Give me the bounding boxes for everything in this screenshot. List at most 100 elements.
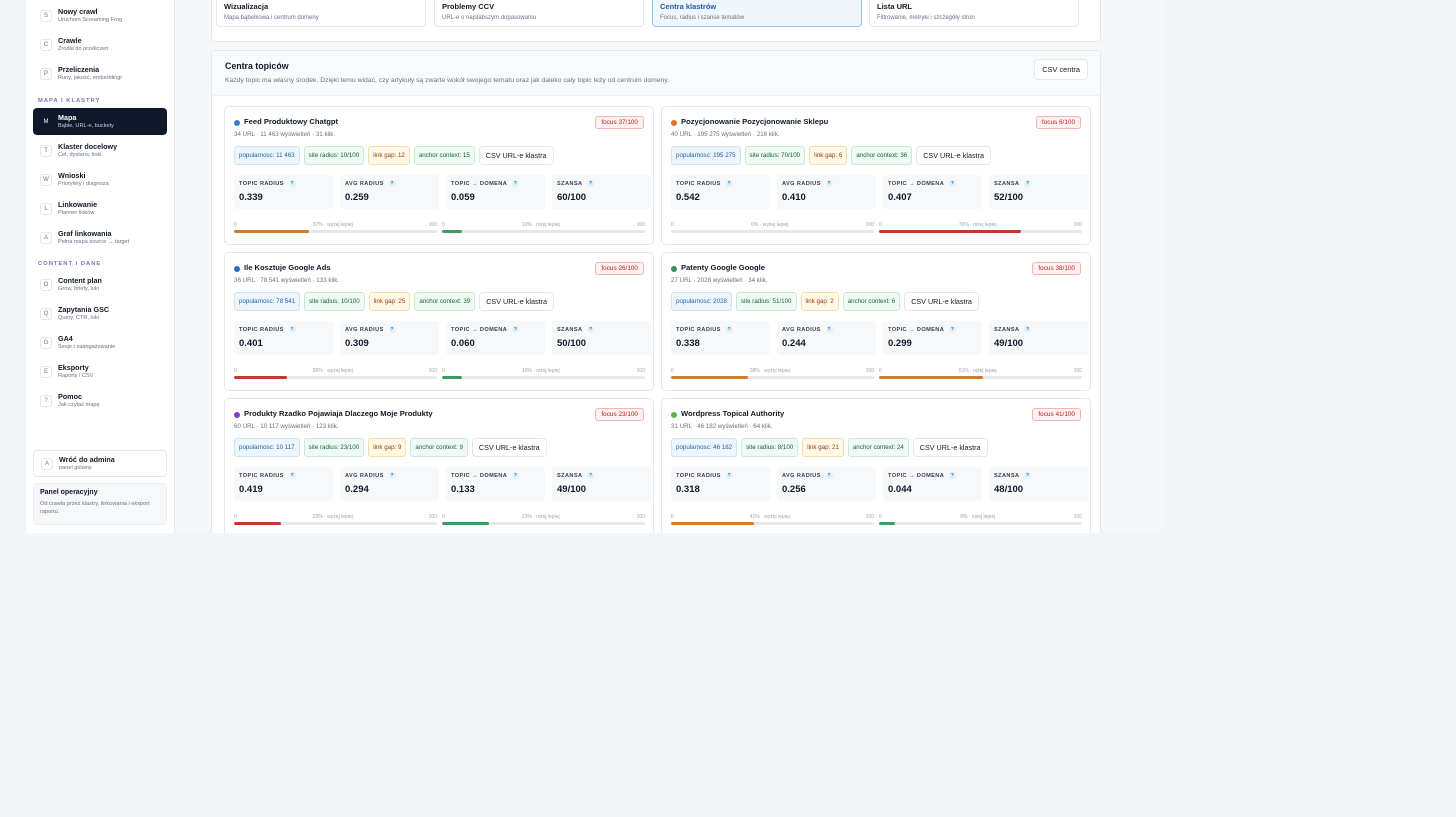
metric-topic-radius: TOPIC RADIUS? 0.542 (671, 175, 770, 209)
sidebar-item-crawle[interactable]: C Crawle Źródła do przeliczeń (33, 31, 167, 58)
help-icon[interactable]: ? (288, 326, 296, 333)
metric-label: TOPIC RADIUS (239, 180, 284, 187)
popularity-chip: popularnosc: 46 182 (671, 438, 738, 457)
help-icon[interactable]: ? (388, 472, 396, 479)
cluster-stats: 60 URL · 10 117 wyświetleń · 123 klik. (234, 423, 339, 430)
help-icon[interactable]: ? (825, 326, 833, 333)
nav-key-badge: ? (40, 394, 52, 407)
panel-title: Centra topiców (225, 61, 289, 71)
help-icon[interactable]: ? (587, 326, 595, 333)
help-icon[interactable]: ? (725, 472, 733, 479)
metric-label: TOPIC → DOMENA (888, 180, 945, 187)
help-icon[interactable]: ? (288, 472, 296, 479)
nav-title: Eksporty (58, 362, 89, 372)
metric-label: SZANSA (557, 326, 583, 333)
site-radius-chip: site radius: 10/100 (303, 146, 365, 165)
metric-topic-domain: TOPIC → DOMENA? 0.059 (446, 175, 545, 209)
metric-value: 48/100 (994, 484, 1024, 495)
help-icon[interactable]: ? (512, 180, 520, 187)
cluster-card: Feed Produktowy Chatgpt 34 URL · 11 463 w… (224, 106, 654, 245)
metric-value: 0.407 (888, 192, 912, 203)
help-icon[interactable]: ? (288, 180, 296, 187)
sidebar-item-klaster-docelowy[interactable]: T Klaster docelowy Cel, dystans, linki (33, 137, 167, 164)
focus-badge: focus 26/100 (595, 262, 644, 275)
help-icon[interactable]: ? (725, 326, 733, 333)
metric-label: AVG RADIUS (782, 326, 821, 333)
bar-fill (442, 522, 489, 525)
link-gap-chip: link gap: 12 (368, 146, 410, 165)
help-icon[interactable]: ? (512, 326, 520, 333)
tab-centra-klastrow[interactable]: Centra klastrów Focus, radius i szanse t… (652, 0, 862, 27)
sidebar-item-zapytania-gsc[interactable]: Q Zapytania GSC Query, CTR, luki (33, 300, 167, 327)
cluster-card: Pozycjonowanie Pozycjonowanie Sklepu 40 U… (661, 106, 1091, 245)
bar-max-label: 100 (428, 222, 437, 228)
sidebar-item-linkowanie[interactable]: L Linkowanie Planner linków (33, 195, 167, 222)
bar-caption: 0% · wyżej lepiej (751, 222, 789, 228)
tab-problemy-ccv[interactable]: Problemy CCV URL-e o najsłabszym dopasow… (434, 0, 644, 27)
csv-cluster-urls-button[interactable]: CSV URL-e klastra (471, 438, 547, 457)
help-icon[interactable]: ? (949, 326, 957, 333)
bar-max-label: 100 (865, 222, 874, 228)
sidebar-item-content-plan[interactable]: O Content plan Grow, briefy, luki (33, 271, 167, 298)
help-icon[interactable]: ? (512, 472, 520, 479)
sidebar-item-nowy-crawl[interactable]: S Nowy crawl Uruchom Screaming Frog (33, 2, 167, 29)
sidebar-item-wnioski[interactable]: W Wnioski Priorytety i diagnoza (33, 166, 167, 193)
nav-key-badge: O (40, 278, 52, 291)
help-icon[interactable]: ? (949, 180, 957, 187)
metric-label: SZANSA (557, 180, 583, 187)
anchor-context-chip: anchor context: 9 (410, 438, 468, 457)
bar-min-label: 0 (879, 514, 882, 520)
nav-title: Nowy crawl (58, 6, 98, 16)
bar-fill (879, 522, 896, 525)
help-icon[interactable]: ? (587, 472, 595, 479)
help-icon[interactable]: ? (1024, 472, 1032, 479)
link-gap-chip: link gap: 9 (368, 438, 407, 457)
bar-fill (879, 230, 1022, 233)
tab-wizualizacja[interactable]: Wizualizacja Mapa bąbelkowa i centrum do… (216, 0, 426, 27)
bar-caption: 8% · niżej lepiej (960, 514, 996, 520)
help-icon[interactable]: ? (388, 326, 396, 333)
nav-key-badge: A (41, 457, 53, 470)
bar-fill (234, 376, 287, 379)
bars-row: 0 38% · wyżej lepiej 100 0 51% · niżej lepie… (671, 368, 1082, 379)
metric-label: SZANSA (994, 472, 1020, 479)
help-icon[interactable]: ? (1024, 180, 1032, 187)
help-icon[interactable]: ? (949, 472, 957, 479)
nav-subtitle: Raporty i CSV (58, 372, 94, 379)
csv-cluster-urls-button[interactable]: CSV URL-e klastra (916, 146, 991, 165)
metric-value: 0.059 (451, 192, 475, 203)
csv-cluster-urls-button[interactable]: CSV URL-e klastra (478, 146, 554, 165)
nav-subtitle: Planner linków (58, 209, 95, 216)
bar-caption: 10% · niżej lepiej (521, 222, 560, 228)
sidebar-item-eksporty[interactable]: E Eksporty Raporty i CSV (33, 358, 167, 385)
sidebar-item-graf-linkowania[interactable]: A Graf linkowania Pełna mapa source → tar… (33, 224, 167, 251)
view-tabs: Wizualizacja Mapa bąbelkowa i centrum do… (211, 0, 1101, 42)
help-icon[interactable]: ? (825, 180, 833, 187)
csv-cluster-urls-button[interactable]: CSV URL-e klastra (904, 292, 979, 311)
sidebar-item-ga4[interactable]: G GA4 Sesje i zaangażowanie (33, 329, 167, 356)
tab-lista-url[interactable]: Lista URL Filtrowanie, metryki i szczegó… (869, 0, 1079, 27)
nav-key-badge: E (40, 365, 52, 378)
bar-track (234, 522, 437, 525)
chip-row: popularnosc: 11 463 site radius: 10/100 li… (234, 146, 554, 165)
sidebar-item-mapa[interactable]: M Mapa Bąble, URL-e, buckety (33, 108, 167, 135)
csv-cluster-urls-button[interactable]: CSV URL-e klastra (912, 438, 988, 457)
metric-value: 0.133 (451, 484, 475, 495)
help-icon[interactable]: ? (725, 180, 733, 187)
bars-row: 0 37% · wyżej lepiej 100 0 10% · niżej lepie… (234, 222, 645, 233)
help-icon[interactable]: ? (825, 472, 833, 479)
sidebar-item-przeliczenia[interactable]: P Przeliczenia Runy, jakość, embeddingi (33, 60, 167, 87)
metric-topic-domain: TOPIC → DOMENA? 0.407 (883, 175, 982, 209)
csv-centers-button[interactable]: CSV centra (1034, 59, 1088, 80)
help-icon[interactable]: ? (1024, 326, 1032, 333)
csv-cluster-urls-button[interactable]: CSV URL-e klastra (479, 292, 554, 311)
metric-label: SZANSA (557, 472, 583, 479)
help-icon[interactable]: ? (388, 180, 396, 187)
app-window: S Nowy crawl Uruchom Screaming Frog C Cra… (26, 0, 1163, 533)
nav-key-badge: C (40, 38, 52, 51)
back-to-admin-button[interactable]: A Wróć do admina panel główny (33, 450, 167, 477)
sidebar-item-pomoc[interactable]: ? Pomoc Jak czytać mapę (33, 387, 167, 414)
metric-avg-radius: AVG RADIUS? 0.244 (777, 321, 876, 355)
help-icon[interactable]: ? (587, 180, 595, 187)
metrics-row: TOPIC RADIUS? 0.339 AVG RADIUS? 0.259 TOPIC … (234, 175, 651, 209)
